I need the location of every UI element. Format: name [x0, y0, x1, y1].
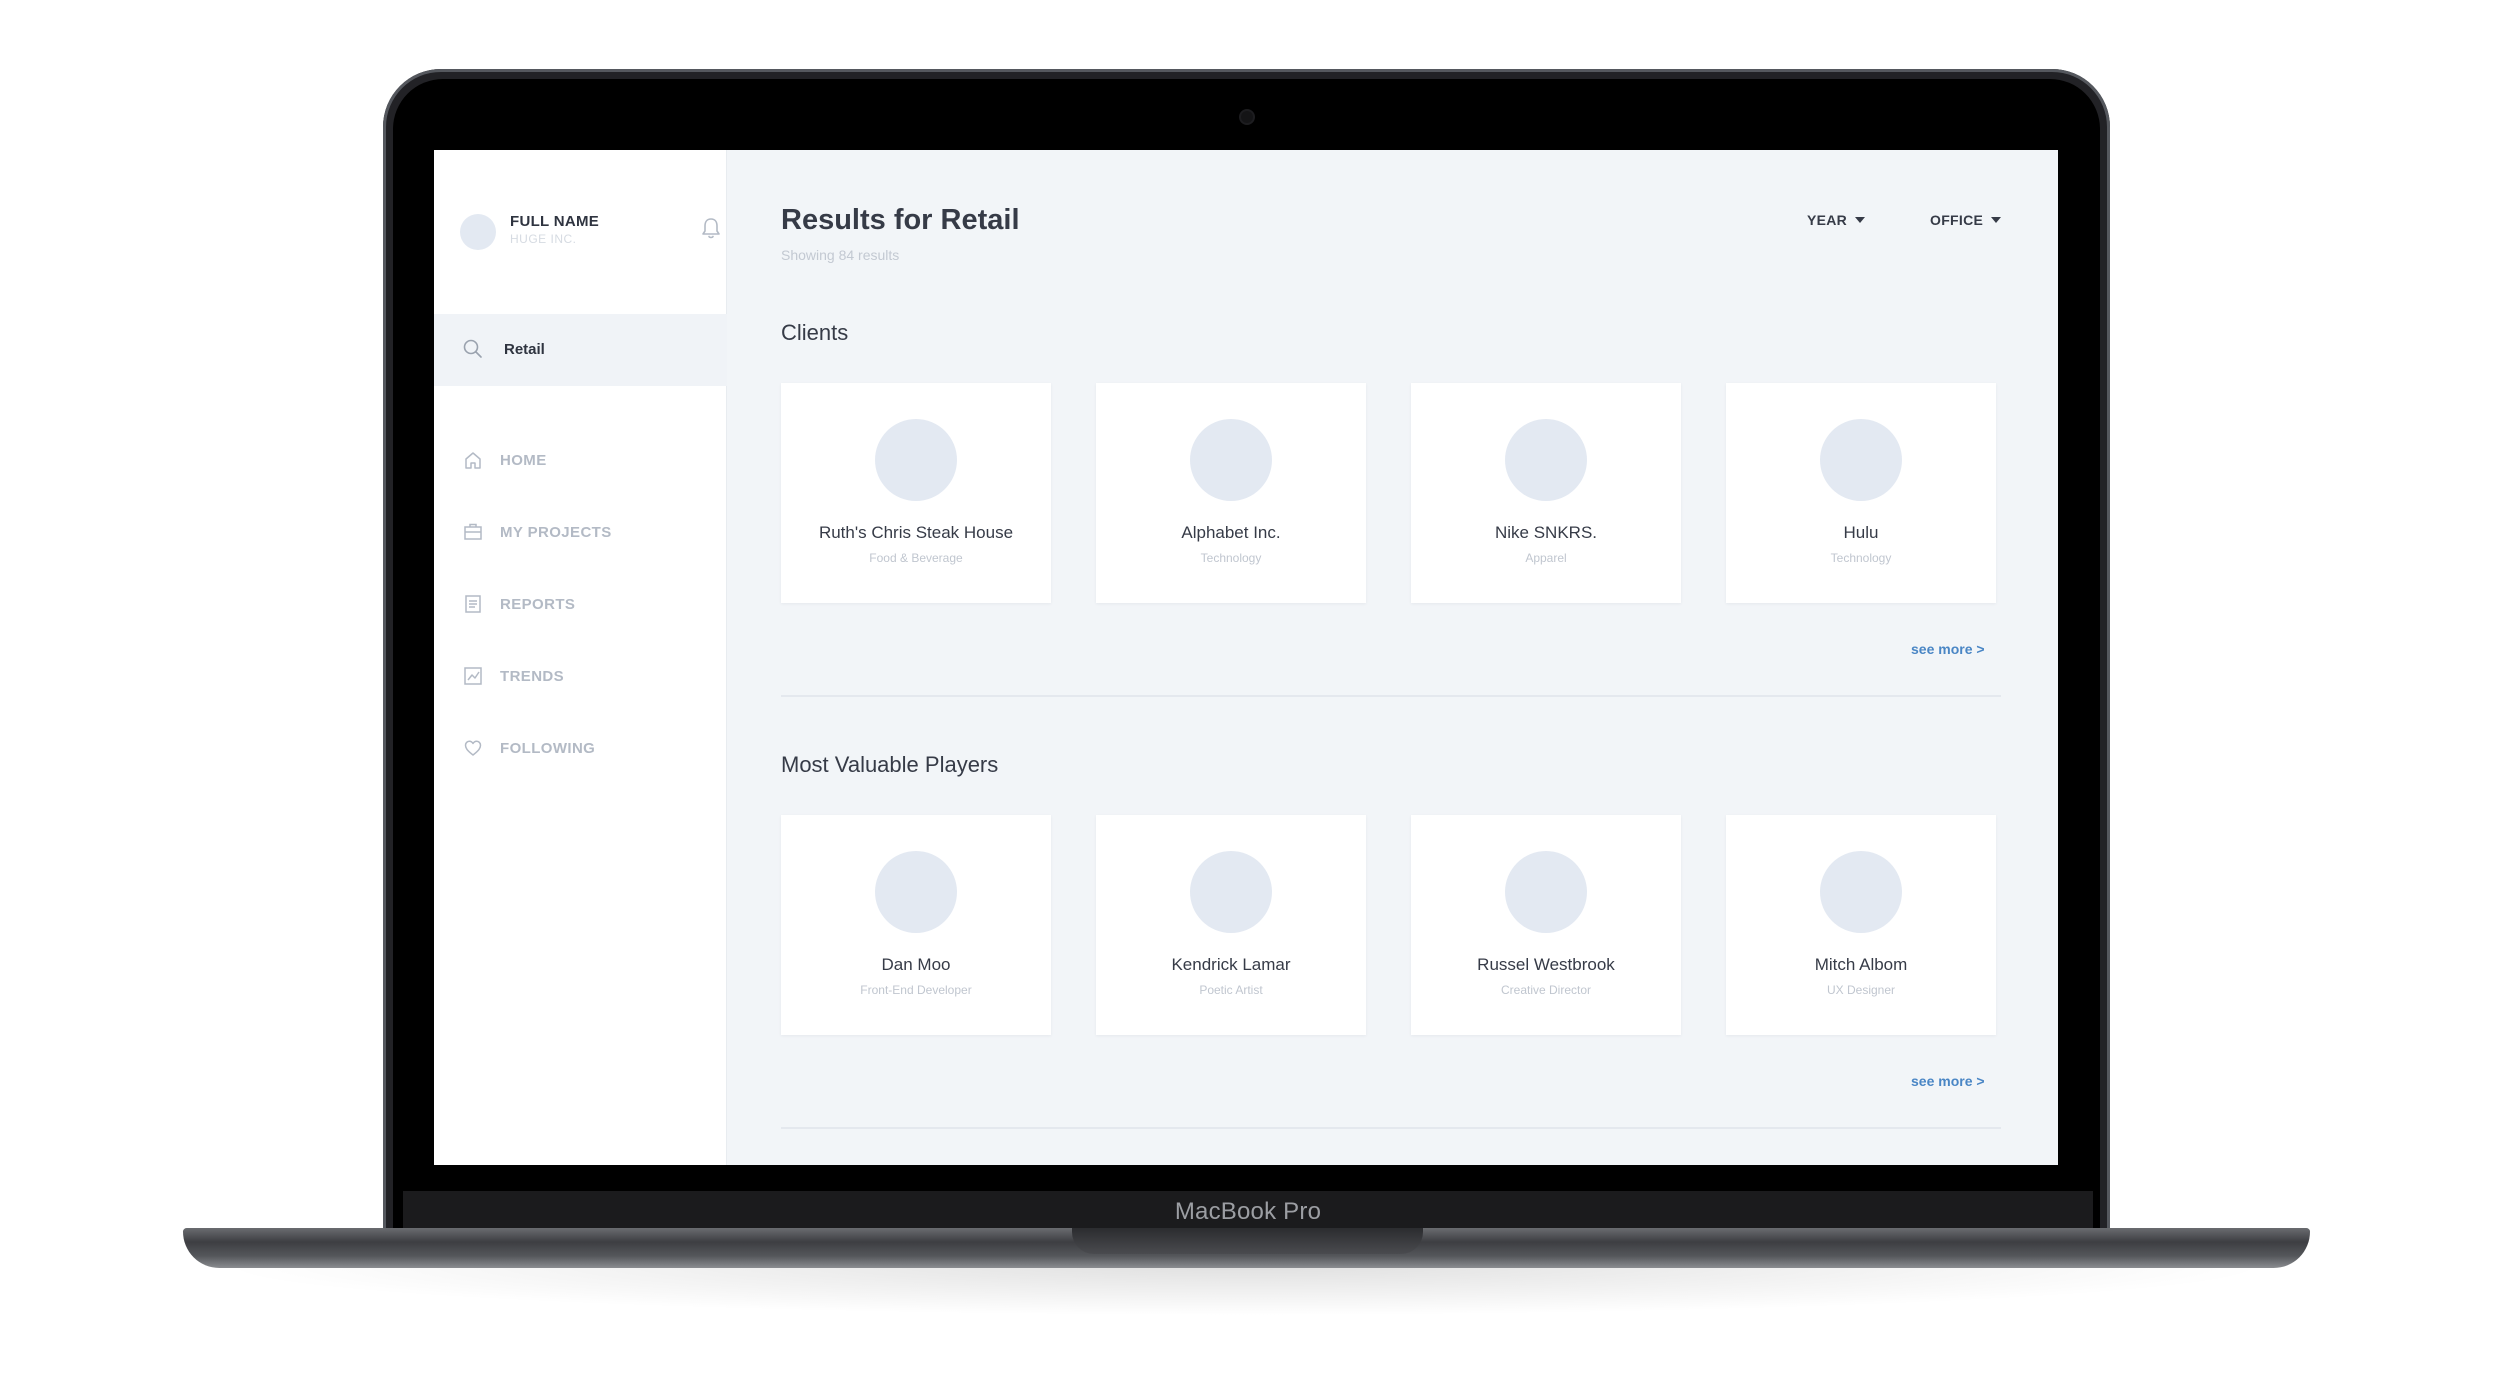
- user-profile[interactable]: FULL NAME HUGE INC.: [460, 210, 720, 260]
- player-card[interactable]: Dan Moo Front-End Developer: [781, 815, 1051, 1035]
- briefcase-icon: [462, 521, 484, 543]
- avatar: [1505, 851, 1587, 933]
- clients-section-title: Clients: [781, 320, 849, 345]
- player-name: Kendrick Lamar: [1171, 955, 1291, 974]
- section-divider: [781, 1127, 2001, 1129]
- client-card[interactable]: Hulu Technology: [1726, 383, 1996, 603]
- document-icon: [462, 593, 484, 615]
- player-role: Front-End Developer: [860, 983, 972, 997]
- player-name: Russel Westbrook: [1477, 955, 1615, 974]
- chevron-down-icon: [1991, 217, 2002, 223]
- client-name: Hulu: [1843, 523, 1879, 542]
- search-bar: [434, 314, 727, 386]
- laptop-chin: MacBook Pro: [403, 1191, 2093, 1233]
- client-name: Alphabet Inc.: [1181, 523, 1281, 542]
- sidebar-item-label: REPORTS: [500, 595, 576, 613]
- players-see-more-link[interactable]: see more >: [1911, 1073, 1985, 1089]
- office-filter-label: OFFICE: [1930, 212, 1984, 228]
- client-card[interactable]: Ruth's Chris Steak House Food & Beverage: [781, 383, 1051, 603]
- avatar: [1820, 851, 1902, 933]
- sidebar-item-following[interactable]: FOLLOWING: [434, 728, 727, 768]
- player-role: UX Designer: [1826, 983, 1896, 997]
- player-card[interactable]: Mitch Albom UX Designer: [1726, 815, 1996, 1035]
- chevron-down-icon: [1855, 217, 1866, 223]
- client-name: Nike SNKRS.: [1494, 523, 1598, 542]
- player-card[interactable]: Kendrick Lamar Poetic Artist: [1096, 815, 1366, 1035]
- sidebar-item-label: HOME: [500, 451, 547, 469]
- office-filter[interactable]: OFFICE: [1930, 212, 2002, 228]
- clients-see-more-link[interactable]: see more >: [1911, 641, 1985, 657]
- sidebar-item-my-projects[interactable]: MY PROJECTS: [434, 512, 727, 552]
- bell-icon[interactable]: [700, 216, 722, 240]
- client-logo: [1190, 419, 1272, 501]
- client-industry: Apparel: [1525, 551, 1567, 565]
- search-input[interactable]: [504, 336, 704, 362]
- laptop-shadow: [210, 1266, 2280, 1316]
- player-name: Mitch Albom: [1814, 955, 1908, 974]
- app-screen: FULL NAME HUGE INC. HOME: [434, 150, 2058, 1165]
- client-card[interactable]: Nike SNKRS. Apparel: [1411, 383, 1681, 603]
- client-industry: Food & Beverage: [869, 551, 963, 565]
- device-label: MacBook Pro: [1174, 1198, 1322, 1225]
- main-content: Results for Retail Showing 84 results YE…: [727, 150, 2058, 1165]
- sidebar-item-label: FOLLOWING: [500, 739, 596, 757]
- avatar[interactable]: [460, 214, 496, 250]
- laptop-notch: [1072, 1228, 1423, 1254]
- section-divider: [781, 695, 2001, 697]
- results-count: Showing 84 results: [781, 247, 900, 263]
- sidebar-item-label: MY PROJECTS: [500, 523, 612, 541]
- client-industry: Technology: [1830, 551, 1892, 565]
- search-icon: [462, 338, 484, 360]
- client-industry: Technology: [1200, 551, 1262, 565]
- sidebar-item-trends[interactable]: TRENDS: [434, 656, 727, 696]
- player-name: Dan Moo: [881, 955, 951, 974]
- user-org: HUGE INC.: [510, 232, 577, 246]
- year-filter-label: YEAR: [1807, 212, 1848, 228]
- sidebar: FULL NAME HUGE INC. HOME: [434, 150, 727, 1165]
- chart-icon: [462, 665, 484, 687]
- player-role: Poetic Artist: [1199, 983, 1263, 997]
- avatar: [1190, 851, 1272, 933]
- client-name: Ruth's Chris Steak House: [818, 523, 1014, 542]
- avatar: [875, 851, 957, 933]
- client-logo: [1820, 419, 1902, 501]
- home-icon: [462, 449, 484, 471]
- players-section-title: Most Valuable Players: [781, 752, 999, 777]
- camera: [1241, 111, 1253, 123]
- client-logo: [875, 419, 957, 501]
- sidebar-item-home[interactable]: HOME: [434, 440, 727, 480]
- user-name: FULL NAME: [510, 213, 600, 230]
- sidebar-item-reports[interactable]: REPORTS: [434, 584, 727, 624]
- client-logo: [1505, 419, 1587, 501]
- client-card[interactable]: Alphabet Inc. Technology: [1096, 383, 1366, 603]
- player-role: Creative Director: [1500, 983, 1592, 997]
- year-filter[interactable]: YEAR: [1807, 212, 1866, 228]
- sidebar-item-label: TRENDS: [500, 667, 565, 685]
- heart-icon: [462, 737, 484, 759]
- player-card[interactable]: Russel Westbrook Creative Director: [1411, 815, 1681, 1035]
- page-title: Results for Retail: [781, 204, 1020, 236]
